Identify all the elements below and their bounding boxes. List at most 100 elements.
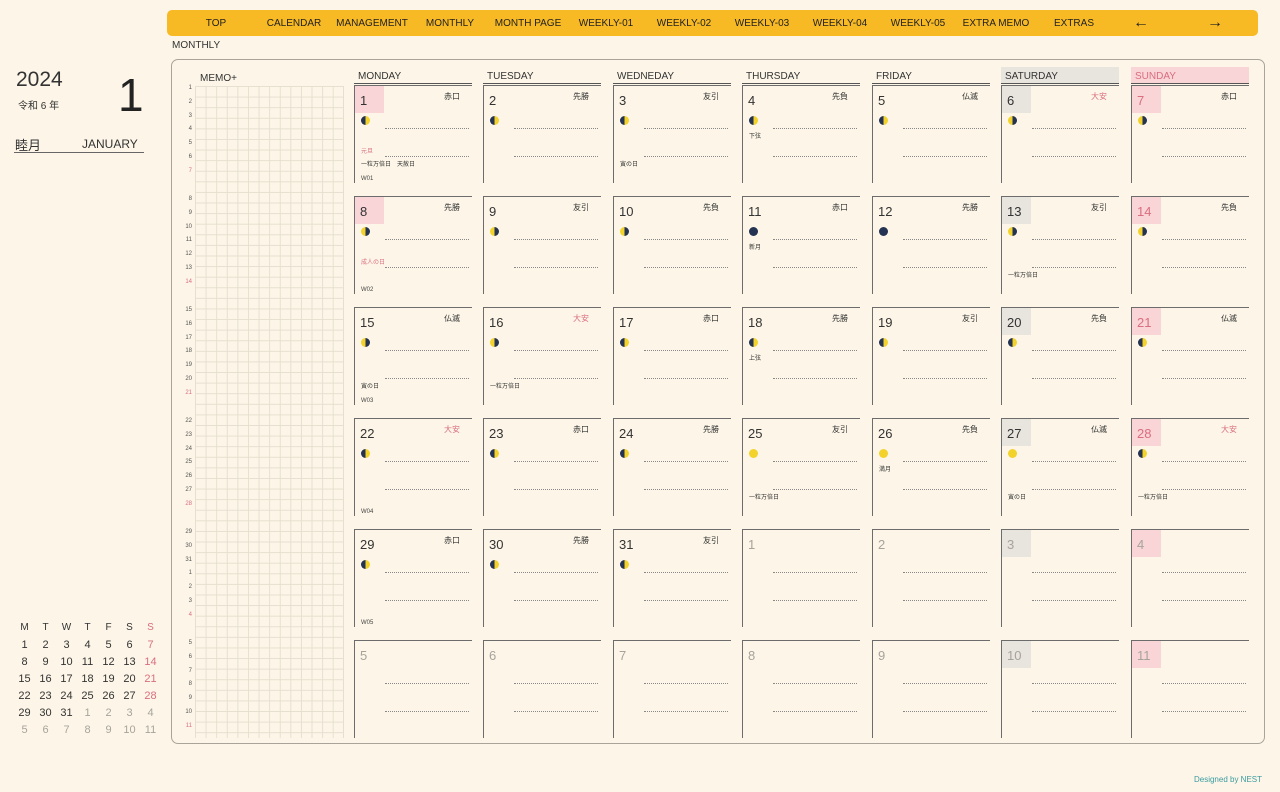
mini-day[interactable]: 8 (14, 656, 35, 668)
mini-day[interactable]: 9 (98, 724, 119, 736)
next-arrow-icon[interactable]: → (1207, 14, 1223, 32)
mini-day[interactable]: 18 (77, 673, 98, 685)
day-cell[interactable]: 6 (483, 640, 601, 738)
day-cell[interactable]: 3 (1001, 529, 1119, 627)
mini-day[interactable]: 7 (140, 639, 161, 651)
day-cell[interactable]: 7 (613, 640, 731, 738)
day-cell[interactable]: 13 友引 一粒万倍日 (1001, 196, 1119, 294)
day-cell[interactable]: 29 赤口 W05 (354, 529, 472, 627)
day-cell[interactable]: 26 先負 満月 (872, 418, 990, 516)
day-cell[interactable]: 24 先勝 (613, 418, 731, 516)
mini-day[interactable]: 16 (35, 673, 56, 685)
day-cell[interactable]: 19 友引 (872, 307, 990, 405)
nav-item-extra-memo[interactable]: EXTRA MEMO (957, 18, 1035, 29)
nav-item-monthly[interactable]: MONTHLY (411, 18, 489, 29)
mini-day[interactable]: 8 (77, 724, 98, 736)
mini-day[interactable]: 9 (35, 656, 56, 668)
mini-day[interactable]: 2 (98, 707, 119, 719)
day-cell[interactable]: 5 (354, 640, 472, 738)
day-cell[interactable]: 11 (1131, 640, 1249, 738)
mini-day[interactable]: 5 (98, 639, 119, 651)
mini-day[interactable]: 29 (14, 707, 35, 719)
mini-day[interactable]: 15 (14, 673, 35, 685)
mini-day[interactable]: 14 (140, 656, 161, 668)
mini-day[interactable]: 30 (35, 707, 56, 719)
mini-day[interactable]: 28 (140, 690, 161, 702)
day-cell[interactable]: 15 仏滅 寅の日 W03 (354, 307, 472, 405)
mini-day[interactable]: 3 (119, 707, 140, 719)
day-cell[interactable]: 1 赤口 元旦 一粒万倍日 天赦日 W01 (354, 85, 472, 183)
mini-day[interactable]: 12 (98, 656, 119, 668)
mini-day[interactable]: 1 (14, 639, 35, 651)
day-cell[interactable]: 21 仏滅 (1131, 307, 1249, 405)
nav-item-weekly-01[interactable]: WEEKLY-01 (567, 18, 645, 29)
mini-day[interactable]: 4 (77, 639, 98, 651)
day-cell[interactable]: 2 (872, 529, 990, 627)
prev-arrow-icon[interactable]: ← (1133, 14, 1149, 32)
mini-day[interactable]: 1 (77, 707, 98, 719)
day-cell[interactable]: 27 仏滅 寅の日 (1001, 418, 1119, 516)
day-cell[interactable]: 5 仏滅 (872, 85, 990, 183)
mini-day[interactable]: 20 (119, 673, 140, 685)
day-cell[interactable]: 18 先勝 上弦 (742, 307, 860, 405)
mini-day[interactable]: 10 (56, 656, 77, 668)
mini-day[interactable]: 10 (119, 724, 140, 736)
day-cell[interactable]: 22 大安 W04 (354, 418, 472, 516)
day-cell[interactable]: 31 友引 (613, 529, 731, 627)
memo-grid[interactable] (195, 86, 344, 738)
day-cell[interactable]: 12 先勝 (872, 196, 990, 294)
mini-day[interactable]: 13 (119, 656, 140, 668)
day-cell[interactable]: 25 友引 一粒万倍日 (742, 418, 860, 516)
nav-item-extras[interactable]: EXTRAS (1035, 18, 1113, 29)
day-cell[interactable]: 3 友引 寅の日 (613, 85, 731, 183)
day-cell[interactable]: 2 先勝 (483, 85, 601, 183)
mini-day[interactable]: 22 (14, 690, 35, 702)
day-cell[interactable]: 10 先負 (613, 196, 731, 294)
day-cell[interactable]: 23 赤口 (483, 418, 601, 516)
mini-day[interactable]: 7 (56, 724, 77, 736)
mini-day[interactable]: 19 (98, 673, 119, 685)
nav-item-top[interactable]: TOP (177, 18, 255, 29)
mini-day[interactable]: 6 (119, 639, 140, 651)
mini-day[interactable]: 31 (56, 707, 77, 719)
nav-item-month-page[interactable]: MONTH PAGE (489, 18, 567, 29)
day-cell[interactable]: 14 先負 (1131, 196, 1249, 294)
day-cell[interactable]: 1 (742, 529, 860, 627)
day-cell[interactable]: 4 (1131, 529, 1249, 627)
day-cell[interactable]: 8 (742, 640, 860, 738)
day-cell[interactable]: 4 先負 下弦 (742, 85, 860, 183)
day-cell[interactable]: 10 (1001, 640, 1119, 738)
mini-day[interactable]: 11 (140, 724, 161, 736)
mini-day[interactable]: 17 (56, 673, 77, 685)
mini-day[interactable]: 6 (35, 724, 56, 736)
day-cell[interactable]: 7 赤口 (1131, 85, 1249, 183)
mini-day[interactable]: 5 (14, 724, 35, 736)
nav-item-weekly-04[interactable]: WEEKLY-04 (801, 18, 879, 29)
mini-day[interactable]: 24 (56, 690, 77, 702)
mini-calendar: M T W T F S S 1 2 3 4 5 6 7 8 9 10 11 12 13 14 15 16 17 18 19 20 21… (14, 619, 164, 738)
mini-day[interactable]: 23 (35, 690, 56, 702)
day-cell[interactable]: 6 大安 (1001, 85, 1119, 183)
mini-day[interactable]: 25 (77, 690, 98, 702)
mini-day[interactable]: 26 (98, 690, 119, 702)
mini-day[interactable]: 21 (140, 673, 161, 685)
nav-item-management[interactable]: MANAGEMENT (333, 18, 411, 29)
mini-day[interactable]: 27 (119, 690, 140, 702)
day-cell[interactable]: 9 (872, 640, 990, 738)
nav-item-weekly-03[interactable]: WEEKLY-03 (723, 18, 801, 29)
day-cell[interactable]: 30 先勝 (483, 529, 601, 627)
day-cell[interactable]: 11 赤口 新月 (742, 196, 860, 294)
day-cell[interactable]: 20 先負 (1001, 307, 1119, 405)
day-cell[interactable]: 8 先勝 成人の日 W02 (354, 196, 472, 294)
day-cell[interactable]: 28 大安 一粒万倍日 (1131, 418, 1249, 516)
nav-item-weekly-05[interactable]: WEEKLY-05 (879, 18, 957, 29)
day-cell[interactable]: 9 友引 (483, 196, 601, 294)
day-cell[interactable]: 16 大安 一粒万倍日 (483, 307, 601, 405)
mini-day[interactable]: 2 (35, 639, 56, 651)
nav-item-calendar[interactable]: CALENDAR (255, 18, 333, 29)
nav-item-weekly-02[interactable]: WEEKLY-02 (645, 18, 723, 29)
day-cell[interactable]: 17 赤口 (613, 307, 731, 405)
mini-day[interactable]: 4 (140, 707, 161, 719)
mini-day[interactable]: 11 (77, 656, 98, 668)
mini-day[interactable]: 3 (56, 639, 77, 651)
